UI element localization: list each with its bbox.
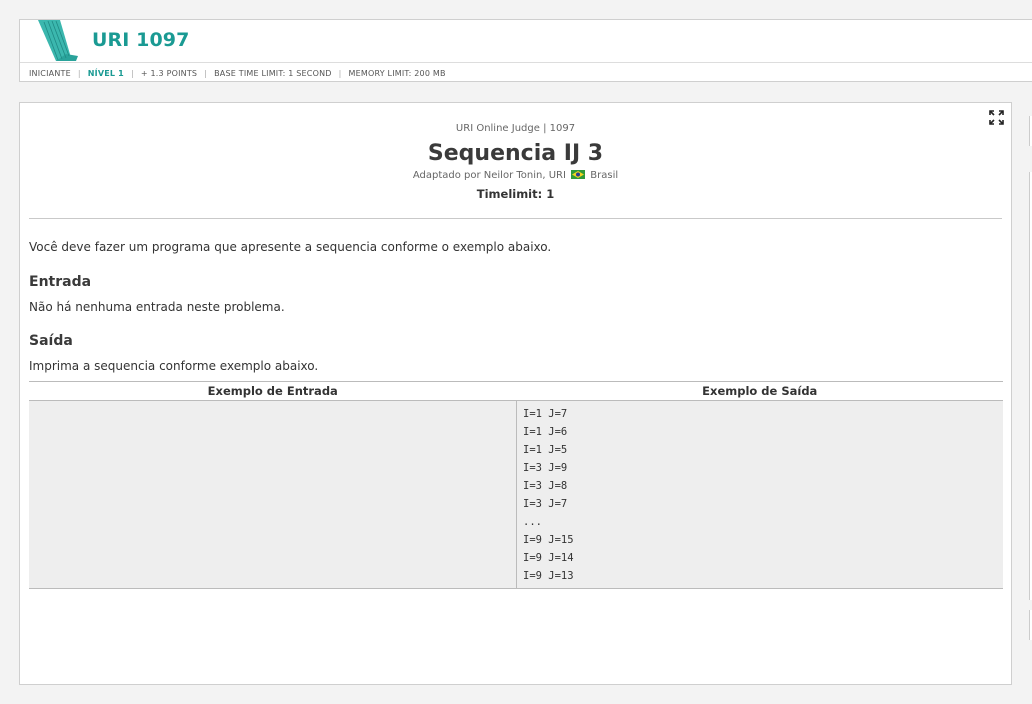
meta-separator: | — [338, 68, 342, 78]
time-limit-label: BASE TIME LIMIT: 1 SECOND — [214, 68, 332, 78]
sample-output-line: I=3 J=8 — [523, 480, 568, 492]
sample-output-line: ... — [523, 516, 542, 528]
input-description: Não há nenhuma entrada neste problema. — [29, 300, 285, 314]
sample-output-line: I=9 J=13 — [523, 570, 574, 582]
sample-output-line: I=9 J=14 — [523, 552, 574, 564]
divider — [29, 218, 1002, 219]
meta-separator: | — [77, 68, 81, 78]
problem-content: URI Online Judge | 1097 Sequencia IJ 3 A… — [19, 102, 1012, 685]
sample-output-line: I=3 J=7 — [523, 498, 568, 510]
expand-icon[interactable] — [989, 110, 1004, 125]
sample-input-header: Exemplo de Entrada — [29, 381, 517, 401]
problem-header: URI 1097 INICIANTE | NÍVEL 1 | + 1.3 POI… — [19, 19, 1032, 82]
problem-body: Você deve fazer um programa que apresent… — [20, 237, 1011, 589]
sample-output-line: I=3 J=9 — [523, 462, 568, 474]
memory-limit-label: MEMORY LIMIT: 200 MB — [348, 68, 446, 78]
author-text: Adaptado por Neilor Tonin, URI — [412, 170, 566, 181]
header-title-bar: URI 1097 — [20, 20, 1032, 63]
problem-title: Sequencia IJ 3 — [427, 141, 604, 166]
level-label: NÍVEL 1 — [87, 68, 124, 78]
sample-output-line: I=9 J=15 — [523, 534, 574, 546]
sample-output-lines: I=1 J=7 I=1 J=6 I=1 J=5 I=3 J=9 I=3 J=8 I=3 J… — [517, 401, 1003, 585]
problem-heading-block: URI Online Judge | 1097 Sequencia IJ 3 A… — [20, 103, 1011, 204]
meta-separator: | — [204, 68, 208, 78]
author-line: Adaptado por Neilor Tonin, URI Brasil — [20, 169, 1011, 183]
country-label: Brasil — [590, 170, 619, 181]
problem-description: Você deve fazer um programa que apresent… — [29, 240, 552, 254]
sample-output-cell: I=1 J=7 I=1 J=6 I=1 J=5 I=3 J=9 I=3 J=8 I=3 J… — [516, 400, 1003, 589]
sample-output-line: I=1 J=7 — [523, 408, 568, 420]
problem-meta-bar: INICIANTE | NÍVEL 1 | + 1.3 POINTS | BAS… — [20, 63, 1032, 83]
input-heading: Entrada — [29, 274, 92, 290]
sample-io-table: Exemplo de Entrada Exemplo de Saída I=1 … — [29, 381, 1003, 589]
judge-line: URI Online Judge | 1097 — [455, 123, 576, 134]
uri-logo-icon — [38, 20, 78, 61]
category-label: INICIANTE — [29, 68, 71, 78]
output-heading: Saída — [29, 333, 73, 349]
meta-separator: | — [130, 68, 134, 78]
timelimit-label: Timelimit: 1 — [476, 187, 555, 201]
brazil-flag-icon — [571, 170, 586, 179]
output-description: Imprima a sequencia conforme exemplo aba… — [29, 359, 319, 373]
sample-output-line: I=1 J=5 — [523, 444, 568, 456]
sample-output-header: Exemplo de Saída — [516, 381, 1003, 401]
sample-input-cell — [29, 400, 517, 589]
problem-code-title: URI 1097 — [92, 29, 190, 51]
points-label: + 1.3 POINTS — [140, 68, 198, 78]
sample-output-line: I=1 J=6 — [523, 426, 568, 438]
